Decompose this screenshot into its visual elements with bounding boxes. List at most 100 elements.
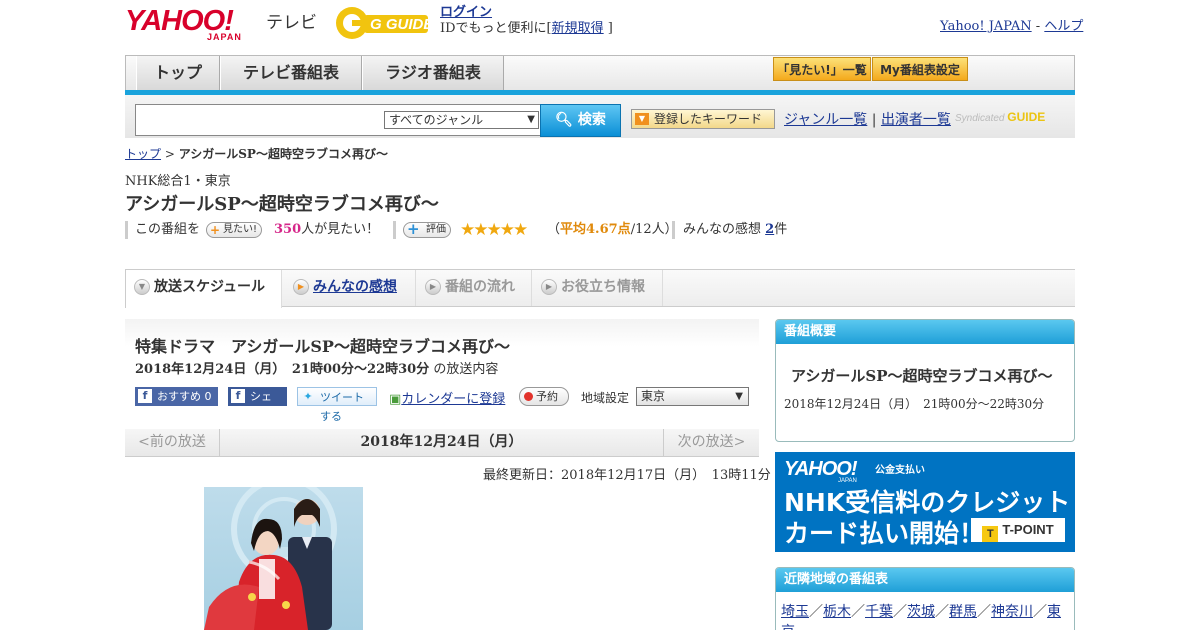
detail-tabs: ▼ 放送スケジュール ▶ みんなの感想 ▶ 番組の流れ ▶ お役立ち情報 <box>125 269 1075 308</box>
gguide-logo[interactable]: G GUIDE <box>334 5 434 41</box>
registered-keyword-label: 登録したキーワード <box>654 112 763 126</box>
yahoo-japan-logo[interactable]: YAHOO! JAPAN <box>125 6 270 42</box>
next-broadcast-button[interactable]: 次の放送> <box>663 429 759 457</box>
tab-label: みんなの感想 <box>313 279 397 295</box>
rating-open: （ <box>547 222 561 237</box>
search-button-label: 検索 <box>577 112 606 128</box>
logo-sub: JAPAN <box>207 32 242 42</box>
chevron-down-icon: ▼ <box>527 114 535 125</box>
mitai-suffix: 人が見たい！ <box>301 222 380 237</box>
region-sep: ／ <box>893 604 907 620</box>
mitai-list-button[interactable]: 「見たい!」一覧 <box>773 57 871 81</box>
region-sep: ／ <box>977 604 991 620</box>
facebook-share-button[interactable]: f シェア <box>228 387 287 422</box>
mitai-button[interactable]: + 見たい! <box>206 222 263 238</box>
region-link[interactable]: 埼玉 <box>781 604 809 620</box>
chevron-down-icon: ▼ <box>735 391 743 402</box>
facebook-recommend-label: おすすめ 0 <box>157 390 212 403</box>
current-broadcast-date: 2018年12月24日（月） <box>360 434 523 450</box>
mitai-button-label: 見たい! <box>223 224 258 235</box>
prev-broadcast-button[interactable]: <前の放送 <box>125 429 220 457</box>
impressions-count-link[interactable]: 2 <box>765 222 774 237</box>
breadcrumb-current: アシガールSP～超時空ラブコメ再び～ <box>178 147 388 161</box>
this-program-label: この番組を <box>135 222 201 237</box>
nearby-regions-panel: 近隣地域の番組表 埼玉／栃木／千葉／茨城／群馬／神奈川／東京 <box>775 567 1075 630</box>
record-icon <box>524 392 533 401</box>
rating-average: 平均4.67点 <box>560 222 631 237</box>
channel-name: NHK総合1・東京 <box>125 174 231 189</box>
login-area: ログイン IDでもっと便利に[新規取得 ] <box>440 5 613 37</box>
chevron-down-icon: ▼ <box>134 279 150 295</box>
tweet-button[interactable]: ✦ ツイートする <box>297 387 377 423</box>
tpoint-badge: T T-POINT <box>971 518 1065 542</box>
main-nav: トップ テレビ番組表 ラジオ番組表 「見たい!」一覧 My番組表設定 <box>125 55 1075 95</box>
region-sep: ／ <box>851 604 865 620</box>
genre-list-link[interactable]: ジャンル一覧 <box>784 112 867 128</box>
rate-button[interactable]: + 評価 <box>403 222 451 238</box>
calendar-label: カレンダーに登録 <box>401 392 506 407</box>
tab-program-flow[interactable]: ▶ 番組の流れ <box>417 270 532 306</box>
overview-date: 2018年12月24日（月） 21時00分～22時30分 <box>784 397 1045 411</box>
gguide-logo-text: G GUIDE <box>370 16 432 33</box>
tpoint-label: T-POINT <box>1002 522 1054 537</box>
header-links: Yahoo! JAPAN - ヘルプ <box>940 15 1083 34</box>
facebook-icon: f <box>138 389 152 403</box>
tab-label: お役立ち情報 <box>561 279 645 295</box>
mitai-count-line: 350人が見たい！ <box>274 220 379 240</box>
logo-text: YAHOO! <box>125 5 234 37</box>
rating-summary: （平均4.67点/12人） <box>547 220 678 240</box>
genre-select[interactable]: すべてのジャンル ▼ <box>384 111 539 129</box>
tab-label: 番組の流れ <box>445 279 515 295</box>
rating-line: この番組を + 見たい! 350人が見たい！ + 評価 ★★★★★ （平均4.6… <box>125 220 825 240</box>
my-schedule-button[interactable]: My番組表設定 <box>872 57 968 81</box>
region-link[interactable]: 栃木 <box>823 604 851 620</box>
nhk-credit-banner[interactable]: YAHOO! JAPAN 公金支払い NHK受信料のクレジット カード払い開始！… <box>775 452 1075 552</box>
last-updated: 最終更新日：2018年12月17日（月） 13時11分 <box>483 468 771 483</box>
nav-tab-radio-schedule[interactable]: ラジオ番組表 <box>362 56 504 90</box>
region-link[interactable]: 茨城 <box>907 604 935 620</box>
broadcast-date-suffix: の放送内容 <box>433 362 499 377</box>
signup-link[interactable]: 新規取得 <box>552 21 604 36</box>
region-sep: ／ <box>809 604 823 620</box>
region-link[interactable]: 神奈川 <box>991 604 1033 620</box>
region-link[interactable]: 群馬 <box>949 604 977 620</box>
mitai-count: 350 <box>274 222 302 237</box>
help-link[interactable]: ヘルプ <box>1044 19 1083 34</box>
calendar-register-link[interactable]: ▣カレンダーに登録 <box>389 388 505 407</box>
broadcast-date-line: 2018年12月24日（月） 21時00分～22時30分 の放送内容 <box>135 358 498 377</box>
region-select[interactable]: 東京 ▼ <box>636 387 749 406</box>
region-label: 地域設定 <box>581 391 630 405</box>
login-note-end: ] <box>607 21 613 36</box>
tab-broadcast-schedule[interactable]: ▼ 放送スケジュール <box>125 270 282 308</box>
breadcrumb-top-link[interactable]: トップ <box>125 147 161 161</box>
login-link[interactable]: ログイン <box>440 5 492 20</box>
play-icon: ▶ <box>293 279 309 295</box>
breadcrumb: トップ > アシガールSP～超時空ラブコメ再び～ <box>125 145 388 162</box>
rating-people: /12人） <box>630 222 678 237</box>
rating-stars: ★★★★★ <box>460 220 528 240</box>
reserve-button[interactable]: 予約 <box>519 387 569 406</box>
rate-button-label: 評価 <box>426 224 446 235</box>
performer-list-link[interactable]: 出演者一覧 <box>881 112 951 128</box>
nearby-header: 近隣地域の番組表 <box>776 568 1074 592</box>
impressions-label: みんなの感想 <box>683 222 762 237</box>
divider <box>393 221 396 239</box>
syndicated-label: Syndicated <box>955 113 1005 124</box>
tab-impressions[interactable]: ▶ みんなの感想 <box>285 270 416 306</box>
nav-tab-tv-schedule[interactable]: テレビ番組表 <box>220 56 362 90</box>
search-links-sep: | <box>871 112 877 128</box>
program-overview-panel: 番組概要 アシガールSP～超時空ラブコメ再び～ 2018年12月24日（月） 2… <box>775 319 1075 442</box>
registered-keyword-button[interactable]: ▼ 登録したキーワード <box>631 109 775 129</box>
region-link[interactable]: 千葉 <box>865 604 893 620</box>
facebook-share-label: シェア <box>250 390 272 422</box>
tab-useful-info[interactable]: ▶ お役立ち情報 <box>533 270 663 306</box>
plus-icon: + <box>210 223 221 237</box>
tab-label: 放送スケジュール <box>154 279 266 295</box>
play-icon: ▶ <box>425 279 441 295</box>
nav-tab-top[interactable]: トップ <box>136 56 220 90</box>
yahoo-japan-link[interactable]: Yahoo! JAPAN <box>940 19 1032 34</box>
banner-service: 公金支払い <box>875 465 925 476</box>
breadcrumb-sep: > <box>164 147 175 161</box>
facebook-recommend-button[interactable]: f おすすめ 0 <box>135 387 218 406</box>
search-button[interactable]: 🔍︎ 検索 <box>540 104 621 137</box>
